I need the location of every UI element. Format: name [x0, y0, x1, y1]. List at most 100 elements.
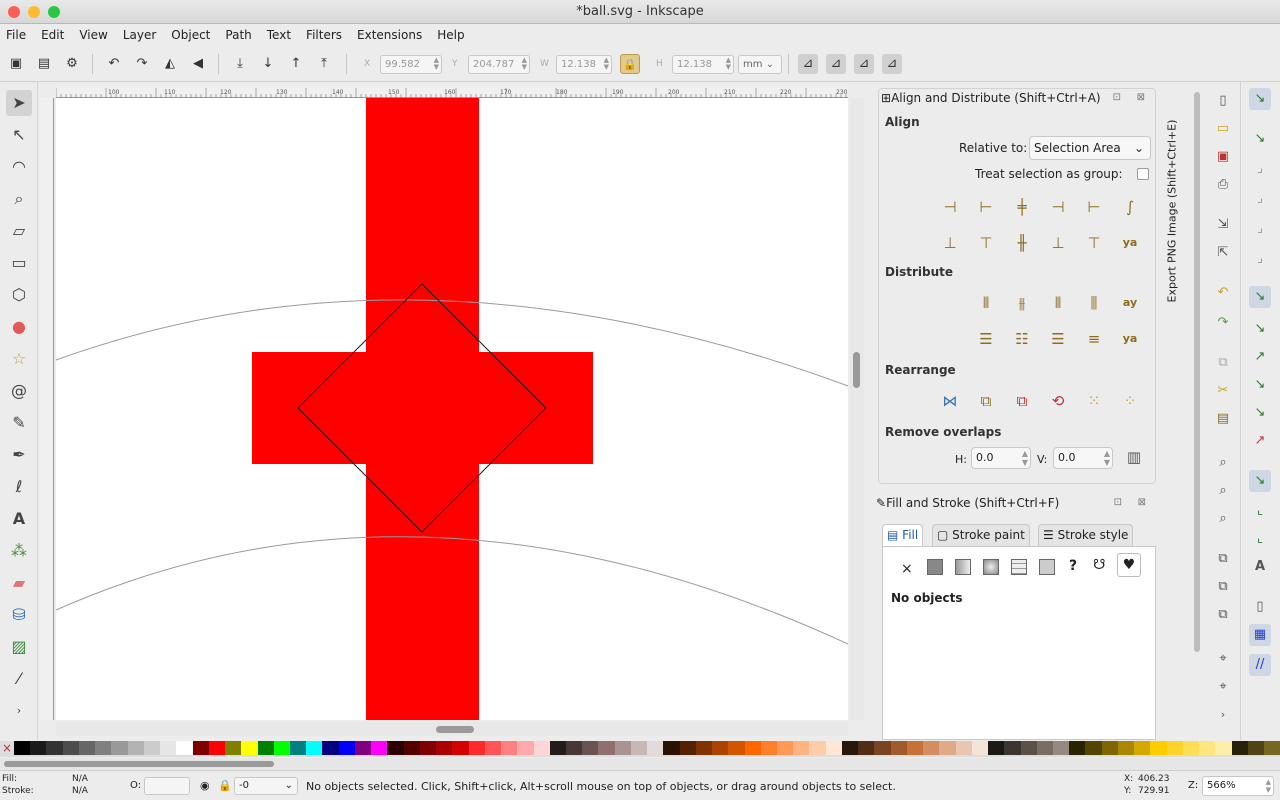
palette-swatch[interactable] [906, 741, 924, 755]
pattern-icon[interactable] [1039, 559, 1055, 575]
fill-panel-iconify-icon[interactable]: ⊡ [1114, 497, 1122, 508]
palette-swatch[interactable] [208, 741, 226, 755]
menu-text[interactable]: Text [267, 28, 291, 42]
lower-bottom-icon[interactable]: ⤓ [230, 54, 250, 74]
palette-swatch[interactable] [1101, 741, 1118, 755]
copy-icon[interactable]: ⧉ [1212, 352, 1234, 374]
y-stepper-icon[interactable]: ▲ ▼ [522, 57, 527, 71]
fill-value[interactable]: N/A [72, 774, 88, 784]
lock-ratio-icon[interactable]: 🔒 [620, 54, 640, 74]
palette-swatch[interactable] [874, 741, 891, 755]
palette-swatch[interactable] [663, 741, 680, 755]
zoom-tool-icon[interactable]: ⌕ [6, 186, 32, 212]
palette-swatch[interactable] [1036, 741, 1053, 755]
menu-view[interactable]: View [79, 28, 107, 42]
vertical-scroll-thumb[interactable] [853, 352, 860, 388]
palette-swatch[interactable] [841, 741, 859, 755]
palette-swatch[interactable] [354, 741, 372, 755]
zoom-field[interactable]: 566% ▲ ▼ [1202, 776, 1274, 796]
palette-swatch[interactable] [565, 741, 583, 755]
palette-swatch[interactable] [1247, 741, 1265, 755]
distribute-baseline-v-icon[interactable]: ya [1117, 327, 1143, 351]
palette-swatch[interactable] [387, 741, 404, 755]
snap-bbox-midpoints-icon[interactable]: ⌟ [1249, 218, 1271, 240]
ungroup-icon[interactable]: ⌖ [1212, 676, 1234, 698]
tweak-tool-icon[interactable]: ◠ [6, 154, 32, 180]
palette-swatch[interactable] [630, 741, 648, 755]
distribute-centers-v-icon[interactable]: ☷ [1009, 327, 1035, 351]
palette-swatch[interactable] [971, 741, 989, 755]
palette-swatch[interactable] [501, 741, 518, 755]
flat-color-icon[interactable] [927, 559, 943, 575]
measure-tool-icon[interactable]: ▱ [6, 218, 32, 244]
rotate-cw-icon[interactable]: ↷ [132, 54, 152, 74]
palette-swatch[interactable] [419, 741, 437, 755]
transform-patterns-icon[interactable]: ⊿ [882, 54, 902, 74]
fill-rule-nonzero-icon[interactable]: ♥ [1117, 553, 1141, 577]
connector-rearrange-icon[interactable]: ⋈ [937, 389, 963, 413]
align-left-to-right-icon[interactable]: ⊢ [1081, 195, 1107, 219]
palette-swatch[interactable] [78, 741, 96, 755]
relative-to-select[interactable]: Selection Area ⌄ [1029, 136, 1151, 160]
group-icon[interactable]: ⌖ [1212, 648, 1234, 670]
snap-smooth-nodes-icon[interactable]: ↘ [1249, 402, 1271, 424]
more-commands-chevron-icon[interactable]: › [1212, 704, 1234, 726]
gradient-tool-icon[interactable]: ▨ [6, 634, 32, 660]
mesh-gradient-icon[interactable] [1011, 559, 1027, 575]
distribute-bottom-edges-icon[interactable]: ☰ [1045, 327, 1071, 351]
palette-swatch[interactable] [939, 741, 956, 755]
zoom-selection-icon[interactable]: ⌕ [1212, 452, 1234, 474]
calligraphy-tool-icon[interactable]: ℓ [6, 474, 32, 500]
panel-close-icon[interactable]: ⊠ [1137, 92, 1145, 103]
palette-swatch[interactable] [46, 741, 63, 755]
opacity-field[interactable] [144, 777, 190, 795]
h-field[interactable]: 12.138 ▲ ▼ [672, 55, 734, 74]
text-anchor-icon[interactable]: ∫ [1117, 195, 1143, 219]
menu-edit[interactable]: Edit [41, 28, 64, 42]
no-color-swatch[interactable]: × [0, 741, 14, 755]
snap-page-border-icon[interactable]: ▯ [1249, 596, 1271, 618]
dock-scrollbar[interactable] [1194, 92, 1200, 652]
x-field[interactable]: 99.582 ▲ ▼ [380, 55, 442, 74]
select-all-icon[interactable]: ▣ [6, 54, 26, 74]
palette-swatch[interactable] [533, 741, 550, 755]
palette-scroll-thumb[interactable] [4, 761, 274, 767]
palette-swatch[interactable] [988, 741, 1005, 755]
flip-horizontal-icon[interactable]: ◭ [160, 54, 180, 74]
fill-panel-close-icon[interactable]: ⊠ [1138, 497, 1146, 508]
pen-tool-icon[interactable]: ✒ [6, 442, 32, 468]
treat-group-checkbox[interactable] [1137, 168, 1149, 180]
palette-swatch[interactable] [484, 741, 502, 755]
paint-bucket-tool-icon[interactable]: ⛁ [6, 602, 32, 628]
distribute-gaps-h-icon[interactable]: ⫼ [1081, 291, 1107, 315]
pencil-tool-icon[interactable]: ✎ [6, 410, 32, 436]
align-left-icon[interactable]: ⊢ [973, 195, 999, 219]
align-bottom-to-top-icon[interactable]: ⊥ [937, 231, 963, 255]
palette-swatch[interactable] [1264, 741, 1280, 755]
palette-swatch[interactable] [679, 741, 696, 755]
snap-intersections-icon[interactable]: ↗ [1249, 346, 1271, 368]
palette-swatch[interactable] [1117, 741, 1135, 755]
exchange-clockwise-icon[interactable]: ⟲ [1045, 389, 1071, 413]
palette-swatch[interactable] [306, 741, 323, 755]
palette-swatch[interactable] [517, 741, 534, 755]
horizontal-scrollbar[interactable] [56, 722, 848, 736]
menu-filters[interactable]: Filters [306, 28, 342, 42]
palette-swatch[interactable] [338, 741, 355, 755]
palette-swatch[interactable] [403, 741, 420, 755]
center-horizontal-axis-icon[interactable]: ╫ [1009, 231, 1035, 255]
star-tool-icon[interactable]: ☆ [6, 346, 32, 372]
panel-iconify-icon[interactable]: ⊡ [1113, 92, 1121, 103]
palette-swatch[interactable] [744, 741, 761, 755]
fill-rule-evenodd-icon[interactable]: ☋ [1093, 557, 1105, 573]
menu-layer[interactable]: Layer [123, 28, 156, 42]
palette-swatch[interactable] [598, 741, 615, 755]
palette-swatch[interactable] [793, 741, 810, 755]
palette-swatch[interactable] [241, 741, 258, 755]
snap-line-midpoints-icon[interactable]: ↗ [1249, 430, 1271, 452]
snap-bbox-centers-icon[interactable]: ⌟ [1249, 248, 1271, 270]
palette-swatch[interactable] [1231, 741, 1248, 755]
palette-swatch[interactable] [825, 741, 842, 755]
palette-swatch[interactable] [176, 741, 193, 755]
deselect-icon[interactable]: ⚙ [62, 54, 82, 74]
